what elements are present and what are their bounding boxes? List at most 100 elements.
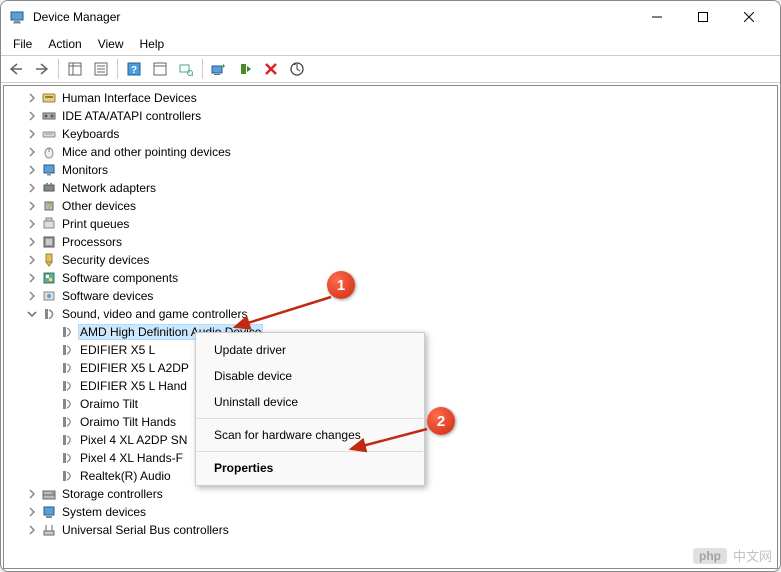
window-title: Device Manager — [33, 10, 634, 24]
cm-properties[interactable]: Properties — [196, 455, 424, 481]
minimize-button[interactable] — [634, 1, 680, 33]
menu-action[interactable]: Action — [40, 35, 89, 53]
speaker-icon — [58, 396, 76, 412]
chevron-down-icon[interactable] — [24, 306, 40, 322]
tree-category[interactable]: Processors — [10, 233, 777, 251]
tree-category[interactable]: Software devices — [10, 287, 777, 305]
enable-device-button[interactable] — [233, 58, 257, 80]
toolbar-separator — [58, 59, 59, 79]
speaker-icon — [58, 324, 76, 340]
tree-category-label: Universal Serial Bus controllers — [60, 523, 231, 537]
tree-category[interactable]: Mice and other pointing devices — [10, 143, 777, 161]
tree-category-label: Processors — [60, 235, 124, 249]
chevron-right-icon[interactable] — [24, 144, 40, 160]
chevron-right-icon[interactable] — [24, 288, 40, 304]
forward-button[interactable] — [30, 58, 54, 80]
tree-category-label: Keyboards — [60, 127, 121, 141]
tree-category[interactable]: ?Other devices — [10, 197, 777, 215]
chevron-right-icon[interactable] — [24, 504, 40, 520]
tree-category-label: Network adapters — [60, 181, 158, 195]
tree-category-label: Mice and other pointing devices — [60, 145, 233, 159]
tree-device-label: Pixel 4 XL A2DP SN — [78, 433, 189, 447]
chevron-right-icon[interactable] — [24, 234, 40, 250]
cm-update-driver[interactable]: Update driver — [196, 337, 424, 363]
chevron-right-icon[interactable] — [24, 522, 40, 538]
tree-category[interactable]: Universal Serial Bus controllers — [10, 521, 777, 539]
tree-category[interactable]: Print queues — [10, 215, 777, 233]
tree-category[interactable]: System devices — [10, 503, 777, 521]
properties-button[interactable] — [89, 58, 113, 80]
tree-category-label: Software devices — [60, 289, 155, 303]
category-icon — [40, 126, 58, 142]
expander-spacer — [42, 414, 58, 430]
help-button[interactable]: ? — [122, 58, 146, 80]
tree-device-label: Oraimo Tilt — [78, 397, 140, 411]
chevron-right-icon[interactable] — [24, 108, 40, 124]
svg-text:?: ? — [131, 65, 137, 76]
category-icon — [40, 252, 58, 268]
action-button[interactable] — [148, 58, 172, 80]
maximize-button[interactable] — [680, 1, 726, 33]
cm-disable-device[interactable]: Disable device — [196, 363, 424, 389]
tree-category-label: Security devices — [60, 253, 151, 267]
tree-category-label: Storage controllers — [60, 487, 165, 501]
category-icon — [40, 486, 58, 502]
cm-scan-hardware[interactable]: Scan for hardware changes — [196, 422, 424, 448]
cm-uninstall-device[interactable]: Uninstall device — [196, 389, 424, 415]
uninstall-device-button[interactable] — [259, 58, 283, 80]
tree-category-label: Software components — [60, 271, 180, 285]
expander-spacer — [42, 378, 58, 394]
expander-spacer — [42, 468, 58, 484]
tree-category[interactable]: Keyboards — [10, 125, 777, 143]
toolbar: ? — [1, 55, 780, 83]
menu-help[interactable]: Help — [132, 35, 173, 53]
tree-device-label: Oraimo Tilt Hands — [78, 415, 178, 429]
callout-1: 1 — [327, 271, 355, 299]
device-tree-panel[interactable]: Human Interface Devices IDE ATA/ATAPI con… — [3, 85, 778, 569]
tree-category[interactable]: Monitors — [10, 161, 777, 179]
speaker-icon — [58, 468, 76, 484]
tree-category[interactable]: Human Interface Devices — [10, 89, 777, 107]
tree-category-label: IDE ATA/ATAPI controllers — [60, 109, 203, 123]
menu-view[interactable]: View — [90, 35, 132, 53]
tree-category[interactable]: Network adapters — [10, 179, 777, 197]
category-icon — [40, 108, 58, 124]
tree-device-label: Realtek(R) Audio — [78, 469, 173, 483]
show-hide-tree-button[interactable] — [63, 58, 87, 80]
callout-2: 2 — [427, 407, 455, 435]
speaker-icon — [58, 360, 76, 376]
tree-category-label: Monitors — [60, 163, 110, 177]
menubar: File Action View Help — [1, 33, 780, 55]
chevron-right-icon[interactable] — [24, 198, 40, 214]
tree-category-label: Print queues — [60, 217, 131, 231]
chevron-right-icon[interactable] — [24, 162, 40, 178]
category-icon — [40, 216, 58, 232]
chevron-right-icon[interactable] — [24, 252, 40, 268]
tree-category-label: Sound, video and game controllers — [60, 307, 249, 321]
tree-category[interactable]: Sound, video and game controllers — [10, 305, 777, 323]
chevron-right-icon[interactable] — [24, 90, 40, 106]
tree-category[interactable]: IDE ATA/ATAPI controllers — [10, 107, 777, 125]
speaker-icon — [58, 450, 76, 466]
chevron-right-icon[interactable] — [24, 126, 40, 142]
expander-spacer — [42, 342, 58, 358]
tree-category[interactable]: Storage controllers — [10, 485, 777, 503]
chevron-right-icon[interactable] — [24, 180, 40, 196]
chevron-right-icon[interactable] — [24, 216, 40, 232]
close-button[interactable] — [726, 1, 772, 33]
tree-category[interactable]: Security devices — [10, 251, 777, 269]
scan-button[interactable] — [174, 58, 198, 80]
category-icon — [40, 234, 58, 250]
tree-category[interactable]: Software components — [10, 269, 777, 287]
speaker-icon — [58, 414, 76, 430]
update-driver-button[interactable] — [207, 58, 231, 80]
speaker-icon — [58, 342, 76, 358]
scan-hardware-button[interactable] — [285, 58, 309, 80]
chevron-right-icon[interactable] — [24, 270, 40, 286]
chevron-right-icon[interactable] — [24, 486, 40, 502]
app-icon — [9, 9, 25, 25]
expander-spacer — [42, 450, 58, 466]
tree-device-label: EDIFIER X5 L A2DP — [78, 361, 191, 375]
back-button[interactable] — [4, 58, 28, 80]
menu-file[interactable]: File — [5, 35, 40, 53]
